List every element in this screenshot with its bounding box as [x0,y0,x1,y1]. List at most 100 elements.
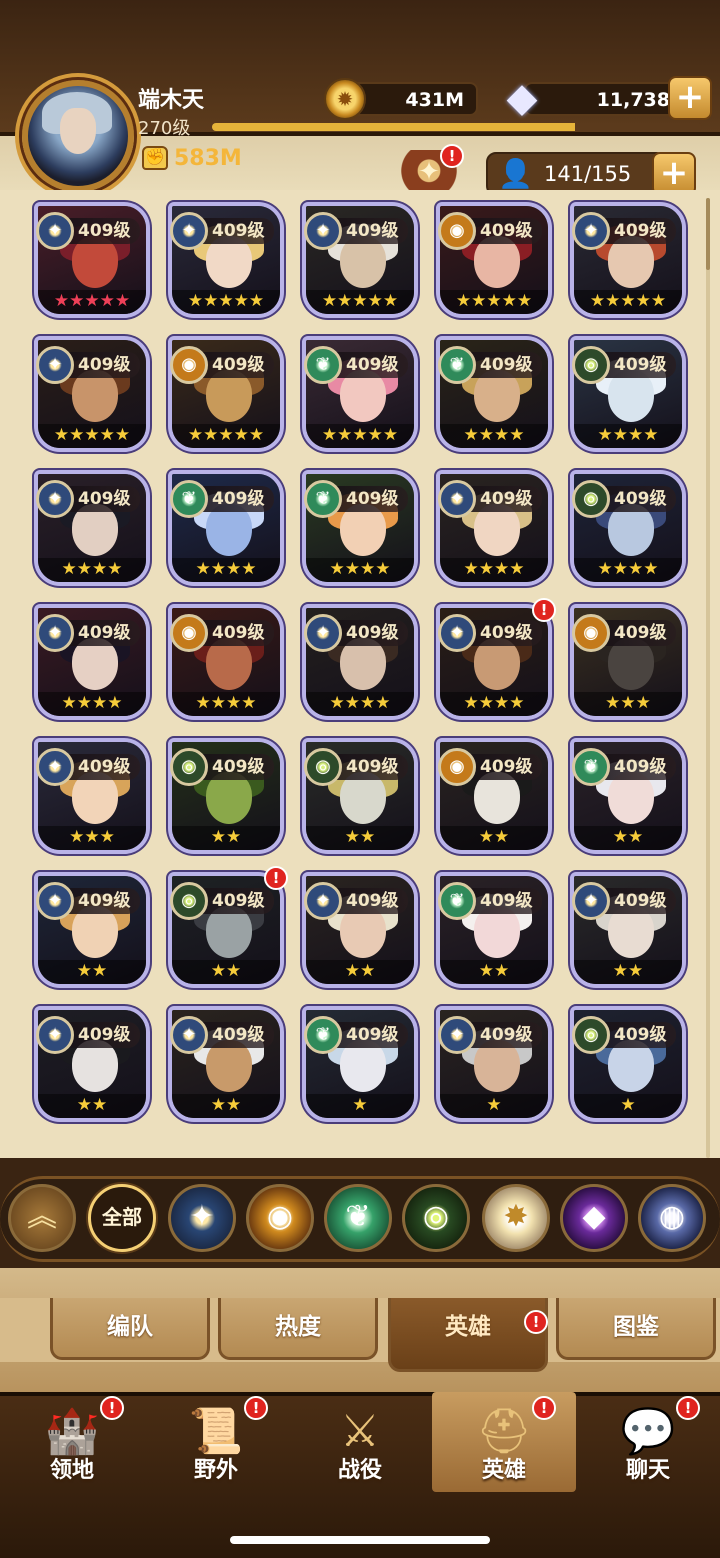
filter-all-button[interactable]: 全部 [88,1184,156,1252]
nav-label: 领地 [49,1458,94,1483]
lightbearer-faction-icon: ✦ [438,480,476,518]
lightbearer-faction-icon: ✦ [36,882,74,920]
filter-celestial-icon[interactable]: ✸ [482,1184,550,1252]
graveborn-faction-icon: ◎ [572,346,610,384]
diamond-value: 11,738 [596,89,670,111]
nav-wilderness-badge: ! [244,1396,268,1420]
graveborn-faction-icon: ◎ [572,480,610,518]
graveborn-faction-icon: ◎ [170,748,208,786]
diamond-counter: 11,738 [524,82,684,116]
hero-stars: ★★★★ [38,692,146,716]
lightbearer-faction-icon: ✦ [438,614,476,652]
tab-popularity[interactable]: 热度 [218,1298,378,1360]
home-indicator[interactable] [230,1536,490,1544]
hero-stars: ★★★★ [574,558,682,582]
hero-stars: ★★ [440,826,548,850]
hero-stars: ★★★★ [574,424,682,448]
collapse-up-icon[interactable]: ︽ [8,1184,76,1252]
hero-stars: ★★★★★ [306,424,414,448]
player-name: 端木天 [138,88,205,113]
hero-stars: ★★★ [574,692,682,716]
xp-fill [212,123,575,131]
hero-stars: ★★ [574,960,682,984]
nav-chat-badge: ! [676,1396,700,1420]
hero-stars: ★★★★ [440,558,548,582]
lightbearer-faction-icon: ✦ [304,212,342,250]
wilder-faction-icon: ❦ [304,1016,342,1054]
add-diamonds-button[interactable]: + [668,76,712,120]
nav-label: 野外 [193,1458,238,1483]
hero-alert-badge: ! [532,598,556,622]
gold-value: 431M [405,89,464,111]
hero-stars: ★ [574,1094,682,1118]
lightbearer-faction-icon: ✦ [36,346,74,384]
scrollbar-track[interactable] [706,198,710,1158]
hero-stars: ★ [306,1094,414,1118]
hero-stars: ★★★★★ [574,290,682,314]
wilder-faction-icon: ❦ [304,346,342,384]
player-level: 270级 [138,118,191,139]
mauler-faction-icon: ◉ [170,614,208,652]
diamond-icon: ◆ [506,75,538,121]
gold-coin-icon: ✹ [324,78,366,120]
mauler-faction-icon: ◉ [572,614,610,652]
filter-lightbearer-icon[interactable]: ✦ [168,1184,236,1252]
nav-territory-badge: ! [100,1396,124,1420]
wilder-faction-icon: ❦ [304,480,342,518]
hero-stars: ★★ [306,826,414,850]
hero-stars: ★★★★★ [172,290,280,314]
hero-stars: ★★ [574,826,682,850]
lightbearer-faction-icon: ✦ [304,882,342,920]
tab-heroes[interactable]: 英雄 [388,1298,548,1372]
nav-heroes-badge: ! [532,1396,556,1420]
hero-grid[interactable]: ★★★★★ 409级 ✦ ★★★★★ 409级 ✦ ★★★★★ 409级 ✦ ★★★★★ 409级 ◉… [0,190,720,1158]
filter-hypogean-icon[interactable]: ◆ [560,1184,628,1252]
hero-stars: ★★ [38,1094,146,1118]
hero-stars: ★★ [172,960,280,984]
hero-stars: ★★ [440,960,548,984]
hero-stars: ★★★★ [306,692,414,716]
person-icon: 👤 [498,157,533,190]
hero-stars: ★★★★ [172,692,280,716]
hero-stars: ★★★★ [172,558,280,582]
nav-campaign[interactable]: ⚔ 战役 [288,1392,432,1492]
hero-stars: ★★★★★ [38,290,146,314]
lightbearer-faction-icon: ✦ [36,748,74,786]
hero-stars: ★★★★ [306,558,414,582]
tab-heroes-alert-badge: ! [524,1310,548,1334]
graveborn-faction-icon: ◎ [170,882,208,920]
scrollbar-thumb[interactable] [706,198,710,270]
nav-label: 战役 [337,1458,382,1483]
wilder-faction-icon: ❦ [438,346,476,384]
power-value: 583M [174,146,242,171]
hero-stars: ★★ [38,960,146,984]
hero-stars: ★★★★★ [38,424,146,448]
filter-graveborn-icon[interactable]: ◎ [402,1184,470,1252]
tab-formation[interactable]: 编队 [50,1298,210,1360]
hero-stars: ★★★ [38,826,146,850]
hero-stars: ★★★★★ [172,424,280,448]
fist-power-icon: ✊ [142,146,168,170]
hero-stars: ★★★★ [440,424,548,448]
lightbearer-faction-icon: ✦ [36,614,74,652]
lightbearer-faction-icon: ✦ [36,480,74,518]
filter-dimensional-icon[interactable]: ◍ [638,1184,706,1252]
mauler-faction-icon: ◉ [170,346,208,384]
hero-stars: ★★ [172,826,280,850]
xp-bar [212,123,702,131]
lightbearer-faction-icon: ✦ [170,212,208,250]
avatar-face [60,108,96,154]
filter-mauler-icon[interactable]: ◉ [246,1184,314,1252]
lightbearer-faction-icon: ✦ [36,212,74,250]
player-avatar[interactable] [22,80,134,192]
graveborn-faction-icon: ◎ [572,1016,610,1054]
hero-stars: ★★★★★ [306,290,414,314]
hero-stars: ★★★★★ [440,290,548,314]
hero-stars: ★★ [306,960,414,984]
wilder-faction-icon: ❦ [572,748,610,786]
emblem-alert-badge: ! [440,144,464,168]
roster-count: 141/155 [544,162,632,186]
mauler-faction-icon: ◉ [438,748,476,786]
filter-wilder-icon[interactable]: ❦ [324,1184,392,1252]
tab-codex[interactable]: 图鉴 [556,1298,716,1360]
